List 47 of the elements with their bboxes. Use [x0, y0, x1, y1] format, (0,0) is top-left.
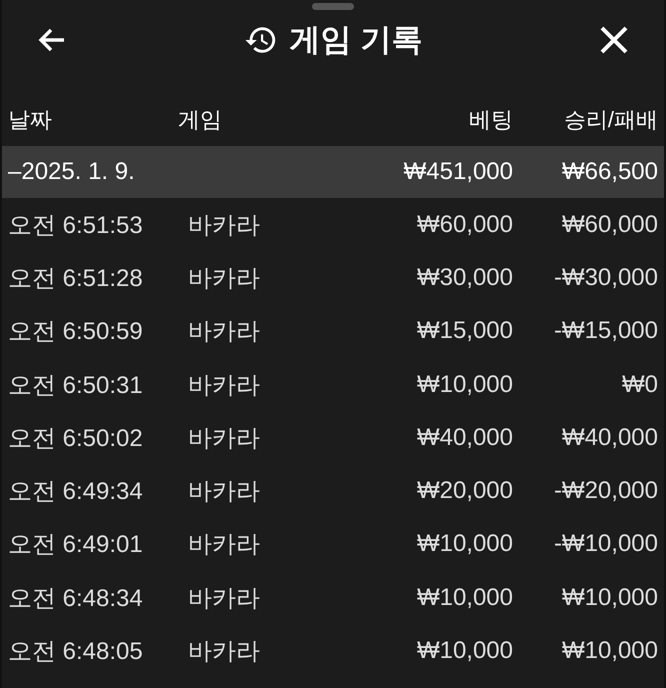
- game-cell-text: 바카라: [187, 477, 261, 508]
- game-cell-text: 바카라: [187, 530, 261, 560]
- result-cell-text: ₩40,000: [560, 424, 658, 452]
- bet-cell-text: ₩10,000: [416, 637, 513, 666]
- result-cell-text: ₩10,000: [560, 584, 658, 612]
- column-header: 날짜: [8, 106, 53, 134]
- total-bet: ₩451,000: [402, 158, 513, 186]
- game-cell-text: 바카라: [187, 264, 261, 294]
- time-cell-text: 오전 6:48:34: [8, 584, 144, 614]
- game-cell-text: 바카라: [187, 584, 261, 614]
- drag-handle[interactable]: [312, 3, 354, 10]
- result-cell-text: ₩60,000: [560, 210, 658, 239]
- game-cell-text: 바카라: [187, 637, 261, 668]
- bet-cell-text: ₩10,000: [416, 584, 513, 612]
- result-cell-text: ₩0: [621, 370, 658, 399]
- column-header: 게임: [178, 106, 223, 134]
- bet-cell-text: ₩60,000: [416, 210, 513, 239]
- bet-cell-text: ₩40,000: [416, 424, 513, 452]
- result-cell-text: -₩15,000: [552, 317, 658, 346]
- time-cell-text: 오전 6:48:05: [8, 637, 144, 668]
- date-group-row[interactable]: –2025. 1. 9. ₩451,000 ₩66,500: [2, 146, 664, 198]
- time-cell-text: 오전 6:50:59: [8, 317, 144, 348]
- column-header: 베팅: [468, 106, 513, 134]
- close-icon[interactable]: [598, 24, 630, 56]
- bet-cell-text: ₩10,000: [416, 530, 513, 558]
- column-header: 승리/패배: [562, 106, 658, 134]
- screen-title: 게임 기록: [290, 21, 422, 59]
- game-cell-text: 바카라: [187, 317, 261, 348]
- time-cell-text: 오전 6:51:53: [8, 210, 144, 241]
- bet-cell-text: ₩15,000: [416, 317, 513, 346]
- bet-cell-text: ₩20,000: [416, 477, 513, 506]
- group-date: –2025. 1. 9.: [8, 158, 136, 186]
- time-cell-text: 오전 6:49:01: [8, 530, 144, 560]
- time-cell-text: 오전 6:51:28: [8, 264, 144, 294]
- game-cell-text: 바카라: [187, 370, 261, 401]
- result-cell-text: -₩30,000: [552, 264, 658, 292]
- game-cell-text: 바카라: [187, 424, 261, 454]
- total-result: ₩66,500: [560, 158, 658, 186]
- result-cell-text: -₩20,000: [552, 477, 658, 506]
- game-cell-text: 바카라: [187, 210, 261, 241]
- result-cell-text: ₩10,000: [560, 637, 658, 666]
- bet-cell-text: ₩10,000: [416, 370, 513, 399]
- time-cell-text: 오전 6:49:34: [8, 477, 144, 508]
- result-cell-text: -₩10,000: [552, 530, 658, 558]
- time-cell-text: 오전 6:50:02: [8, 424, 144, 454]
- time-cell-text: 오전 6:50:31: [8, 370, 144, 401]
- bet-cell-text: ₩30,000: [416, 264, 513, 292]
